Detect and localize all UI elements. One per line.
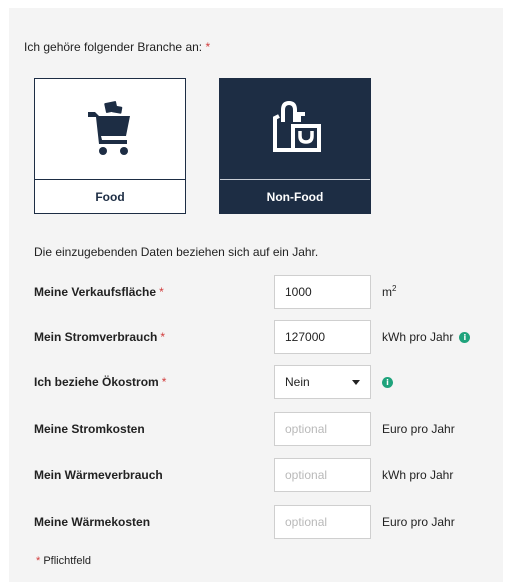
verkaufsflaeche-unit: m2	[382, 275, 396, 309]
branche-label: Ich gehöre folgender Branche an: *	[24, 40, 210, 54]
verkaufsflaeche-input[interactable]	[274, 275, 371, 309]
waermeverbrauch-label: Mein Wärmeverbrauch	[34, 468, 163, 482]
waermekosten-label: Meine Wärmekosten	[34, 515, 151, 529]
row-waermekosten: Meine Wärmekosten Euro pro Jahr	[34, 505, 494, 539]
non-food-icon-area	[220, 79, 370, 179]
stromverbrauch-label: Mein Stromverbrauch *	[34, 320, 165, 354]
info-icon[interactable]: i	[382, 376, 393, 388]
stromkosten-label: Meine Stromkosten	[34, 422, 145, 436]
stromverbrauch-unit: kWh pro Jahr i	[382, 320, 471, 354]
branch-card-food[interactable]: Food	[34, 78, 186, 214]
stromkosten-input[interactable]	[274, 412, 371, 446]
row-waermeverbrauch: Mein Wärmeverbrauch kWh pro Jahr	[34, 458, 494, 492]
chevron-down-icon	[352, 379, 360, 385]
waermekosten-input[interactable]	[274, 505, 371, 539]
unit-superscript: 2	[392, 283, 397, 293]
waermekosten-unit: Euro pro Jahr	[382, 515, 455, 529]
verkaufsflaeche-label: Meine Verkaufsfläche *	[34, 275, 164, 309]
info-icon[interactable]: i	[459, 331, 471, 343]
required-mark: *	[160, 330, 166, 344]
required-mark: *	[205, 40, 211, 54]
food-icon-area	[35, 79, 185, 179]
branch-card-non-food[interactable]: Non-Food	[219, 78, 371, 214]
required-mark: *	[36, 555, 41, 567]
oekostrom-label: Ich beziehe Ökostrom *	[34, 365, 166, 399]
footnote-text: Pflichtfeld	[43, 555, 92, 567]
unit-text: kWh pro Jahr	[382, 330, 454, 344]
waermeverbrauch-unit: kWh pro Jahr	[382, 468, 454, 482]
row-stromverbrauch: Mein Stromverbrauch * kWh pro Jahr i	[34, 320, 494, 354]
shopping-bag-icon	[273, 100, 321, 152]
oekostrom-label-text: Ich beziehe Ökostrom	[34, 375, 159, 389]
oekostrom-select[interactable]: Nein	[274, 365, 371, 399]
unit-text: m	[382, 285, 392, 299]
required-mark: *	[161, 375, 167, 389]
select-value: Nein	[285, 375, 310, 389]
verkaufsflaeche-label-text: Meine Verkaufsfläche	[34, 285, 157, 299]
branch-label-food: Food	[95, 189, 125, 204]
shopping-cart-icon	[88, 101, 130, 155]
row-oekostrom: Ich beziehe Ökostrom * Nein i	[34, 365, 494, 399]
stromkosten-unit: Euro pro Jahr	[382, 422, 455, 436]
branche-label-text: Ich gehöre folgender Branche an:	[24, 40, 203, 54]
waermeverbrauch-input[interactable]	[274, 458, 371, 492]
required-mark: *	[159, 285, 164, 299]
row-stromkosten: Meine Stromkosten Euro pro Jahr	[34, 412, 494, 446]
intro-text: Die einzugebenden Daten beziehen sich au…	[34, 245, 319, 259]
oekostrom-info: i	[382, 365, 393, 399]
stromverbrauch-label-text: Mein Stromverbrauch	[34, 330, 158, 344]
row-verkaufsflaeche: Meine Verkaufsfläche * m2	[34, 275, 494, 309]
required-footnote: * Pflichtfeld	[36, 555, 91, 567]
branch-label-non-food: Non-Food	[266, 189, 324, 204]
stromverbrauch-input[interactable]	[274, 320, 371, 354]
